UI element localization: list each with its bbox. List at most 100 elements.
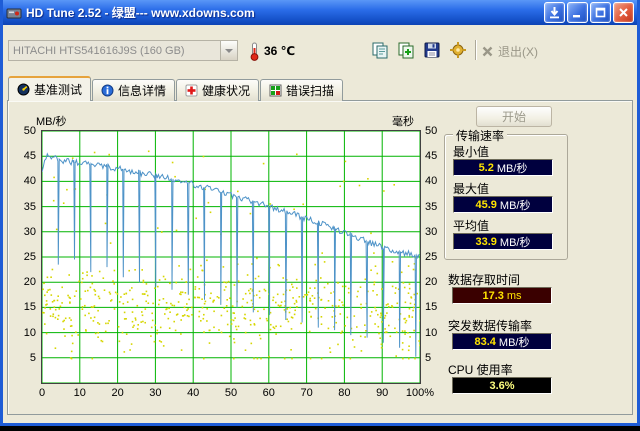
tab-error-scan[interactable]: 错误扫描 (260, 79, 344, 101)
x-tick: 60 (262, 387, 275, 399)
maximize-button[interactable] (590, 2, 611, 23)
access-time-label: 数据存取时间 (448, 273, 521, 287)
x-tick: 20 (111, 387, 124, 399)
copy-text-icon (398, 42, 414, 59)
download-button[interactable] (544, 2, 565, 23)
avg-value: 33.9 (475, 235, 497, 248)
avg-unit: MB/秒 (499, 236, 531, 249)
close-button[interactable] (613, 2, 634, 23)
titlebar[interactable]: HD Tune 2.52 - 绿盟--- www.xdowns.com (3, 0, 637, 25)
y-tick-right: 5 (425, 351, 432, 364)
x-tick: 100% (405, 387, 435, 399)
x-tick: 80 (338, 387, 351, 399)
burst-rate-value-box: 83.4 MB/秒 (452, 333, 552, 350)
transfer-rate-group: 传输速率 最小值 5.2 MB/秒 最大值 45.9 MB/秒 平均值 33.9… (444, 127, 568, 260)
tab-benchmark-label: 基准测试 (34, 83, 83, 97)
maximize-icon (595, 7, 606, 18)
y-left-axis-label: MB/秒 (36, 116, 67, 128)
max-unit: MB/秒 (499, 199, 531, 212)
app-icon (6, 5, 22, 21)
max-value: 45.9 (475, 198, 497, 211)
scan-grid-icon (269, 84, 282, 97)
drive-select-arrow[interactable] (220, 41, 237, 60)
save-icon (424, 42, 440, 58)
tab-info[interactable]: 信息详情 (92, 79, 176, 101)
x-tick: 30 (149, 387, 162, 399)
tab-strip: 基准测试 信息详情 健康状况 错误扫描 (8, 76, 344, 101)
y-tick-left: 50 (23, 125, 36, 137)
y-tick-left: 20 (23, 276, 36, 289)
avg-label: 平均值 (453, 219, 490, 233)
gauge-icon (17, 83, 30, 96)
x-tick: 50 (224, 387, 238, 399)
y-right-axis-label: 毫秒 (392, 116, 414, 128)
x-tick: 40 (187, 387, 200, 399)
y-tick-right: 20 (425, 276, 438, 289)
burst-rate-unit: MB/秒 (498, 336, 530, 349)
save-button[interactable] (420, 38, 444, 62)
close-icon (619, 8, 628, 17)
exit-label: 退出(X) (498, 44, 538, 59)
tab-info-label: 信息详情 (118, 84, 167, 98)
y-tick-left: 25 (23, 251, 36, 263)
y-tick-right: 10 (425, 326, 438, 339)
min-unit: MB/秒 (496, 162, 528, 175)
options-button[interactable] (446, 38, 470, 62)
cpu-usage-value-box: 3.6% (452, 377, 552, 394)
minimize-icon (573, 15, 580, 18)
tab-benchmark[interactable]: 基准测试 (8, 76, 92, 101)
cpu-usage-value: 3.6% (489, 379, 515, 392)
x-tick: 70 (300, 387, 313, 399)
y-tick-left: 10 (23, 326, 36, 339)
start-button[interactable]: 开始 (476, 106, 552, 127)
health-cross-icon (185, 84, 198, 97)
tab-health-label: 健康状况 (202, 84, 251, 98)
y-tick-right: 15 (425, 301, 438, 314)
copy-text-button[interactable] (394, 38, 418, 62)
tab-error-scan-label: 错误扫描 (286, 84, 335, 98)
window-title: HD Tune 2.52 - 绿盟--- www.xdowns.com (26, 6, 255, 20)
exit-icon (482, 46, 493, 56)
minimize-button[interactable] (567, 2, 588, 23)
exit-button[interactable]: 退出(X) (481, 40, 538, 62)
y-tick-left: 40 (23, 175, 36, 188)
download-icon (550, 7, 559, 19)
info-icon (101, 84, 114, 97)
max-value-box: 45.9 MB/秒 (453, 196, 553, 213)
access-time-value: 17.3 (482, 289, 504, 302)
min-value-box: 5.2 MB/秒 (453, 159, 553, 176)
y-tick-left: 35 (23, 200, 36, 213)
screen: HD Tune 2.52 - 绿盟--- www.xdowns.com HITA… (0, 0, 640, 431)
copy-image-icon (372, 42, 388, 59)
drive-select-value: HITACHI HTS541616J9S (160 GB) (13, 44, 185, 57)
drive-select[interactable]: HITACHI HTS541616J9S (160 GB) (8, 40, 238, 61)
chevron-down-icon (225, 48, 233, 53)
options-icon (450, 42, 466, 58)
x-tick: 90 (376, 387, 389, 399)
y-tick-left: 30 (23, 225, 36, 238)
toolbar-separator (475, 40, 477, 60)
access-time-unit: ms (506, 289, 522, 302)
max-label: 最大值 (453, 182, 490, 196)
benchmark-chart (41, 130, 421, 384)
y-tick-left: 15 (23, 301, 36, 314)
benchmark-panel: 开始 MB/秒 毫秒 50 50 45 45 40 40 35 35 30 30 25 25 20 20 1… (7, 100, 633, 415)
burst-rate-value: 83.4 (474, 335, 496, 348)
x-tick: 0 (38, 387, 46, 399)
x-tick: 10 (73, 387, 86, 399)
thermometer-icon (250, 42, 259, 61)
burst-rate-label: 突发数据传输率 (448, 319, 533, 333)
min-value: 5.2 (478, 161, 494, 174)
titlebar-buttons (544, 2, 634, 23)
transfer-rate-group-title: 传输速率 (453, 127, 508, 144)
tab-health[interactable]: 健康状况 (176, 79, 260, 101)
min-label: 最小值 (453, 145, 490, 159)
temperature-indicator: 36 ℃ (249, 41, 295, 61)
access-time-value-box: 17.3 ms (452, 287, 552, 304)
temperature-value: 36 ℃ (264, 44, 296, 58)
hdtune-window: HD Tune 2.52 - 绿盟--- www.xdowns.com HITA… (0, 0, 640, 426)
copy-image-button[interactable] (368, 38, 392, 62)
avg-value-box: 33.9 MB/秒 (453, 233, 553, 250)
y-tick-left: 45 (23, 150, 36, 163)
cpu-usage-label: CPU 使用率 (448, 363, 513, 377)
